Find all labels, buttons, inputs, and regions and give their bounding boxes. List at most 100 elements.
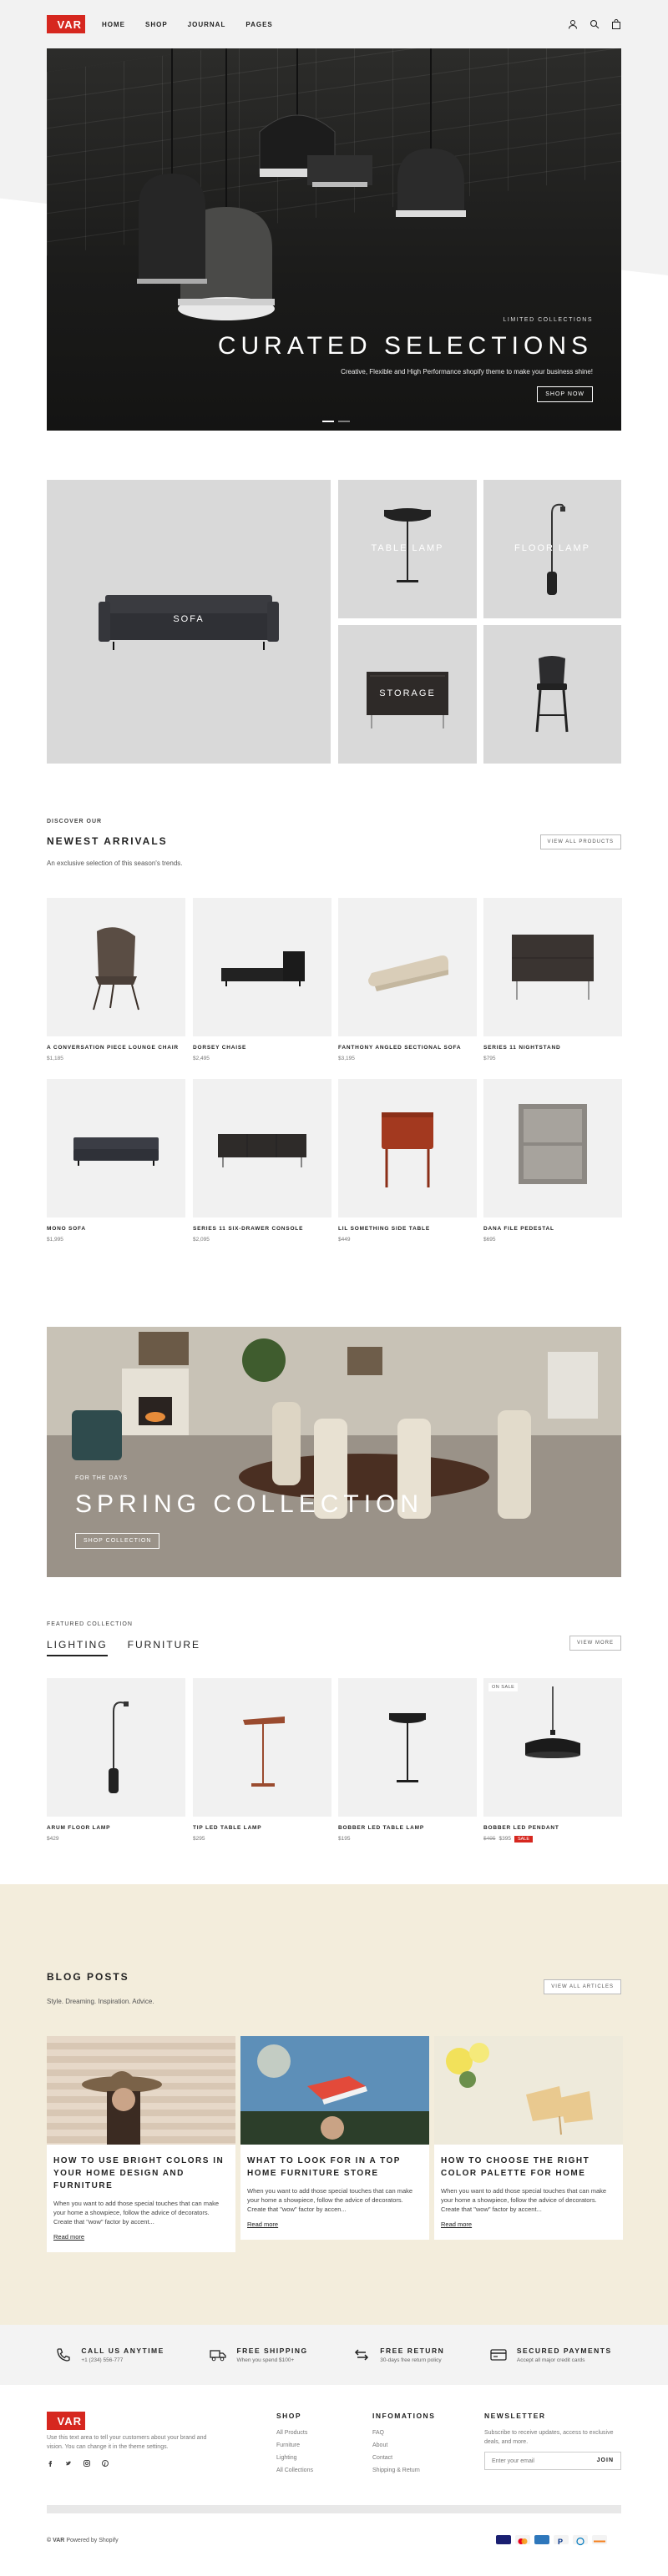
footer-link[interactable]: Lighting bbox=[276, 2455, 297, 2461]
product-name[interactable]: ARUM FLOOR LAMP bbox=[47, 1825, 185, 1831]
footer-link[interactable]: Contact bbox=[372, 2455, 392, 2461]
product-card[interactable]: FANTHONY ANGLED SECTIONAL SOFA $3,195 bbox=[338, 898, 477, 1061]
slider-dot-2[interactable] bbox=[338, 421, 350, 422]
product-name[interactable]: TIP LED TABLE LAMP bbox=[193, 1825, 331, 1831]
footer-link[interactable]: FAQ bbox=[372, 2430, 384, 2436]
category-sofa[interactable]: SOFA bbox=[47, 480, 331, 764]
product-image[interactable] bbox=[338, 1678, 477, 1817]
pinterest-icon[interactable] bbox=[102, 2460, 109, 2467]
search-icon[interactable] bbox=[590, 19, 600, 29]
blog-post-title[interactable]: HOW TO USE BRIGHT COLORS IN YOUR HOME DE… bbox=[47, 2145, 235, 2192]
category-table-lamp[interactable]: TABLE LAMP bbox=[338, 480, 477, 618]
facebook-icon[interactable] bbox=[47, 2460, 53, 2467]
hero-description: Creative, Flexible and High Performance … bbox=[341, 368, 593, 376]
spring-collection-banner[interactable]: FOR THE DAYS SPRING COLLECTION SHOP COLL… bbox=[47, 1327, 621, 1577]
product-card[interactable]: DANA FILE PEDESTAL $695 bbox=[483, 1079, 622, 1243]
product-image[interactable] bbox=[338, 898, 477, 1036]
product-name[interactable]: DORSEY CHAISE bbox=[193, 1045, 331, 1051]
product-card[interactable]: LIL SOMETHING SIDE TABLE $449 bbox=[338, 1079, 477, 1243]
read-more-link[interactable]: Read more bbox=[47, 2226, 235, 2252]
product-image[interactable] bbox=[47, 898, 185, 1036]
product-name[interactable]: LIL SOMETHING SIDE TABLE bbox=[338, 1226, 477, 1232]
product-name[interactable]: SERIES 11 SIX-DRAWER CONSOLE bbox=[193, 1226, 331, 1232]
product-price: $429 bbox=[47, 1836, 59, 1842]
nav-journal[interactable]: JOURNAL bbox=[188, 21, 226, 28]
cart-icon[interactable] bbox=[611, 19, 621, 29]
twitter-icon[interactable] bbox=[65, 2460, 72, 2467]
product-name[interactable]: SERIES 11 NIGHTSTAND bbox=[483, 1045, 622, 1051]
product-card[interactable]: ARUM FLOOR LAMP $429 bbox=[47, 1678, 185, 1842]
product-card[interactable]: TIP LED TABLE LAMP $295 bbox=[193, 1678, 331, 1842]
blog-post-image[interactable] bbox=[47, 2036, 235, 2145]
shop-collection-button[interactable]: SHOP COLLECTION bbox=[75, 1533, 160, 1549]
newsletter-join-button[interactable]: JOIN bbox=[597, 2458, 614, 2463]
nav-home[interactable]: HOME bbox=[102, 21, 125, 28]
newsletter-email-input[interactable]: Enter your email JOIN bbox=[484, 2452, 621, 2470]
category-storage[interactable]: STORAGE bbox=[338, 625, 477, 764]
product-price: $695 bbox=[483, 1237, 496, 1243]
product-name[interactable]: FANTHONY ANGLED SECTIONAL SOFA bbox=[338, 1045, 477, 1051]
nav-shop[interactable]: SHOP bbox=[145, 21, 168, 28]
product-image[interactable] bbox=[338, 1079, 477, 1217]
view-more-button[interactable]: VIEW MORE bbox=[569, 1636, 621, 1651]
view-all-articles-button[interactable]: VIEW ALL ARTICLES bbox=[544, 1979, 621, 1994]
blog-description: Style. Dreaming. Inspiration. Advice. bbox=[47, 1998, 154, 2005]
diners-icon bbox=[573, 2535, 588, 2546]
product-image[interactable] bbox=[483, 1079, 622, 1217]
tab-lighting[interactable]: LIGHTING bbox=[47, 1639, 108, 1656]
features-bar: CALL US ANYTIME +1 (234) 556-777 FREE SHI… bbox=[0, 2325, 668, 2385]
footer-link[interactable]: Furniture bbox=[276, 2442, 300, 2448]
blog-post-card[interactable]: HOW TO CHOOSE THE RIGHT COLOR PALETTE FO… bbox=[434, 2036, 623, 2240]
blog-post-title[interactable]: WHAT TO LOOK FOR IN A TOP HOME FURNITURE… bbox=[240, 2145, 429, 2180]
sale-tag: SALE bbox=[514, 1836, 534, 1843]
account-icon[interactable] bbox=[568, 19, 578, 29]
product-image[interactable] bbox=[47, 1678, 185, 1817]
footer-logo[interactable]: VAR bbox=[47, 2412, 85, 2430]
blog-post-card[interactable]: HOW TO USE BRIGHT COLORS IN YOUR HOME DE… bbox=[47, 2036, 235, 2252]
paypal-icon: P bbox=[554, 2535, 569, 2546]
product-name[interactable]: DANA FILE PEDESTAL bbox=[483, 1226, 622, 1232]
blog-post-title[interactable]: HOW TO CHOOSE THE RIGHT COLOR PALETTE FO… bbox=[434, 2145, 623, 2180]
product-card[interactable]: MONO SOFA $1,995 bbox=[47, 1079, 185, 1243]
product-card[interactable]: ON SALE BOBBER LED PENDANT $495 $395 SALE bbox=[483, 1678, 622, 1843]
slider-dots bbox=[322, 421, 350, 422]
product-image[interactable] bbox=[193, 1079, 331, 1217]
product-image[interactable]: ON SALE bbox=[483, 1678, 622, 1817]
hero-slider[interactable]: LIMITED COLLECTIONS CURATED SELECTIONS C… bbox=[47, 48, 621, 431]
logo[interactable]: VAR bbox=[47, 15, 85, 33]
blog-post-image[interactable] bbox=[434, 2036, 623, 2145]
product-image[interactable] bbox=[47, 1079, 185, 1217]
product-name[interactable]: BOBBER LED PENDANT bbox=[483, 1825, 622, 1831]
blog-post-card[interactable]: WHAT TO LOOK FOR IN A TOP HOME FURNITURE… bbox=[240, 2036, 429, 2240]
product-image[interactable] bbox=[193, 1678, 331, 1817]
footer-link[interactable]: All Collections bbox=[276, 2468, 313, 2473]
product-price: $1,185 bbox=[47, 1056, 63, 1061]
product-image[interactable] bbox=[483, 898, 622, 1036]
read-more-link[interactable]: Read more bbox=[434, 2214, 623, 2240]
product-card[interactable]: DORSEY CHAISE $2,495 bbox=[193, 898, 331, 1061]
lounge-chair-image bbox=[93, 927, 139, 1011]
instagram-icon[interactable] bbox=[84, 2460, 90, 2467]
footer-link[interactable]: About bbox=[372, 2442, 387, 2448]
hero-shop-now-button[interactable]: SHOP NOW bbox=[537, 386, 593, 402]
amex-icon bbox=[534, 2535, 549, 2544]
nav-pages[interactable]: PAGES bbox=[245, 21, 272, 28]
blog-post-image[interactable] bbox=[240, 2036, 429, 2145]
product-old-price: $495 bbox=[483, 1836, 496, 1842]
read-more-link[interactable]: Read more bbox=[240, 2214, 429, 2240]
product-card[interactable]: A CONVERSATION PIECE LOUNGE CHAIR $1,185 bbox=[47, 898, 185, 1061]
slider-dot-1[interactable] bbox=[322, 421, 334, 422]
product-name[interactable]: BOBBER LED TABLE LAMP bbox=[338, 1825, 477, 1831]
tab-furniture[interactable]: FURNITURE bbox=[128, 1639, 200, 1656]
category-stool[interactable] bbox=[483, 625, 621, 764]
product-card[interactable]: SERIES 11 NIGHTSTAND $795 bbox=[483, 898, 622, 1061]
product-image[interactable] bbox=[193, 898, 331, 1036]
footer-link[interactable]: All Products bbox=[276, 2430, 307, 2436]
category-floor-lamp[interactable]: FLOOR LAMP bbox=[483, 480, 621, 618]
product-card[interactable]: BOBBER LED TABLE LAMP $195 bbox=[338, 1678, 477, 1842]
view-all-products-button[interactable]: VIEW ALL PRODUCTS bbox=[539, 834, 621, 849]
product-name[interactable]: MONO SOFA bbox=[47, 1226, 185, 1232]
product-name[interactable]: A CONVERSATION PIECE LOUNGE CHAIR bbox=[47, 1045, 185, 1051]
footer-link[interactable]: Shipping & Return bbox=[372, 2468, 420, 2473]
product-card[interactable]: SERIES 11 SIX-DRAWER CONSOLE $2,095 bbox=[193, 1079, 331, 1243]
